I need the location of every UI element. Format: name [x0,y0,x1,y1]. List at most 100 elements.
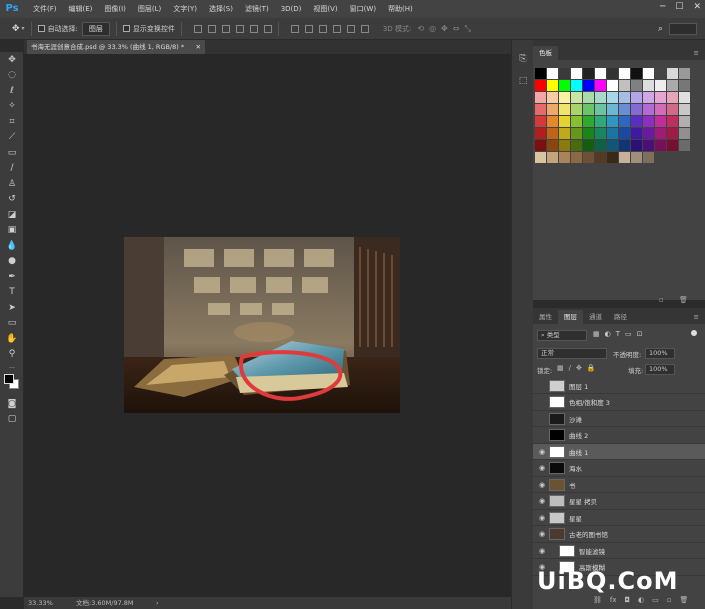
color-swatch[interactable] [643,104,654,115]
filter-toggle-icon[interactable] [691,330,697,336]
color-swatch[interactable] [655,128,666,139]
delete-swatch-icon[interactable]: 🗑 [679,296,688,304]
eraser-tool-icon[interactable]: ◪ [0,207,24,223]
color-swatch[interactable] [535,128,546,139]
3d-pan-icon[interactable]: ✥ [441,24,448,33]
color-swatch[interactable] [655,68,666,79]
menu-file[interactable]: 文件(F) [33,4,57,14]
color-swatch[interactable] [583,92,594,103]
visibility-eye-icon[interactable]: ◉ [537,464,547,472]
color-swatch[interactable] [607,104,618,115]
eyedropper-tool-icon[interactable]: ⟋ [0,130,24,146]
color-swatch[interactable] [655,92,666,103]
color-swatch[interactable] [559,104,570,115]
layer-row[interactable]: ◉ 海水 [533,461,705,477]
layer-row[interactable]: ◉ 智能滤镜 [533,543,705,559]
document-canvas-image[interactable] [124,237,400,413]
color-swatch[interactable] [667,68,678,79]
3d-scale-icon[interactable]: ⤡ [464,24,470,34]
layer-filter-dropdown[interactable]: ⌕ 类型 [537,330,587,341]
color-swatch[interactable] [571,68,582,79]
layer-row[interactable]: 图层 1 [533,378,705,394]
tab-swatches[interactable]: 色板 [533,46,558,60]
foreground-color-swatch[interactable] [4,374,14,384]
distribute-right-icon[interactable] [360,24,369,33]
color-picker[interactable] [0,370,24,396]
healing-brush-tool-icon[interactable]: ▭ [0,145,24,161]
align-left-icon[interactable] [235,24,244,33]
tab-properties[interactable]: 属性 [533,310,558,324]
color-swatch[interactable] [595,104,606,115]
color-swatch[interactable] [535,152,546,163]
gradient-tool-icon[interactable]: ▣ [0,223,24,239]
search-icon[interactable]: ⌕ [658,24,663,34]
color-swatch[interactable] [595,140,606,151]
layer-row[interactable]: ◉ 书 [533,477,705,493]
color-swatch[interactable] [547,68,558,79]
visibility-eye-icon[interactable]: ◉ [537,530,547,538]
blend-mode-dropdown[interactable]: 正常 [537,348,607,359]
type-tool-icon[interactable]: T [0,285,24,301]
new-layer-icon[interactable]: ▫ [667,596,672,604]
magic-wand-tool-icon[interactable]: ✧ [0,99,24,115]
fill-input[interactable]: 100% [645,364,675,375]
color-swatch[interactable] [619,128,630,139]
color-swatch[interactable] [619,140,630,151]
color-swatch[interactable] [571,140,582,151]
menu-help[interactable]: 帮助(H) [388,4,413,14]
history-panel-icon[interactable]: ⎘ [512,48,534,70]
menu-select[interactable]: 选择(S) [209,4,233,14]
color-swatch[interactable] [655,116,666,127]
color-swatch[interactable] [583,116,594,127]
color-swatch[interactable] [667,104,678,115]
crop-tool-icon[interactable]: ⌗ [0,114,24,130]
color-swatch[interactable] [559,140,570,151]
menu-type[interactable]: 文字(Y) [173,4,197,14]
visibility-eye-icon[interactable]: ◉ [537,514,547,522]
color-swatch[interactable] [631,92,642,103]
screen-mode-icon[interactable]: ▢ [0,412,24,428]
color-swatch[interactable] [679,116,690,127]
color-swatch[interactable] [571,128,582,139]
maximize-icon[interactable]: ☐ [675,2,683,12]
color-swatch[interactable] [619,104,630,115]
align-center-icon[interactable] [249,24,258,33]
layer-style-icon[interactable]: fx [610,596,617,604]
color-swatch[interactable] [559,68,570,79]
color-swatch[interactable] [547,80,558,91]
color-swatch[interactable] [571,80,582,91]
layer-row[interactable]: ◉ 曲线 1 [533,444,705,460]
move-tool-icon[interactable]: ✥ [12,24,20,34]
color-swatch[interactable] [547,92,558,103]
add-mask-icon[interactable]: ◘ [625,596,631,604]
status-menu-arrow-icon[interactable]: › [156,597,159,609]
color-swatch[interactable] [607,152,618,163]
workspace-dropdown[interactable] [669,22,697,35]
distribute-bottom-icon[interactable] [318,24,327,33]
close-icon[interactable]: ✕ [693,2,701,12]
color-swatch[interactable] [595,68,606,79]
color-swatch[interactable] [631,68,642,79]
color-swatch[interactable] [583,128,594,139]
layer-row[interactable]: ◉ 星星 拷贝 [533,494,705,510]
menu-filter[interactable]: 滤镜(T) [245,4,269,14]
close-tab-icon[interactable]: ✕ [196,40,201,54]
history-brush-tool-icon[interactable]: ↺ [0,192,24,208]
hand-tool-icon[interactable]: ✋ [0,331,24,347]
distribute-left-icon[interactable] [332,24,341,33]
panel-menu-icon[interactable]: ≡ [694,49,699,57]
visibility-eye-icon[interactable]: ◉ [537,547,547,555]
more-tools-icon[interactable]: … [0,362,24,370]
color-swatch[interactable] [559,92,570,103]
color-swatch[interactable] [547,104,558,115]
color-swatch[interactable] [607,128,618,139]
zoom-level[interactable]: 33.33% [28,597,53,609]
menu-window[interactable]: 窗口(W) [350,4,376,14]
visibility-eye-icon[interactable]: ◉ [537,481,547,489]
color-swatch[interactable] [607,68,618,79]
align-right-icon[interactable] [263,24,272,33]
distribute-middle-icon[interactable] [304,24,313,33]
3d-slide-icon[interactable]: ⇔ [453,24,460,33]
color-swatch[interactable] [571,116,582,127]
color-swatch[interactable] [607,116,618,127]
